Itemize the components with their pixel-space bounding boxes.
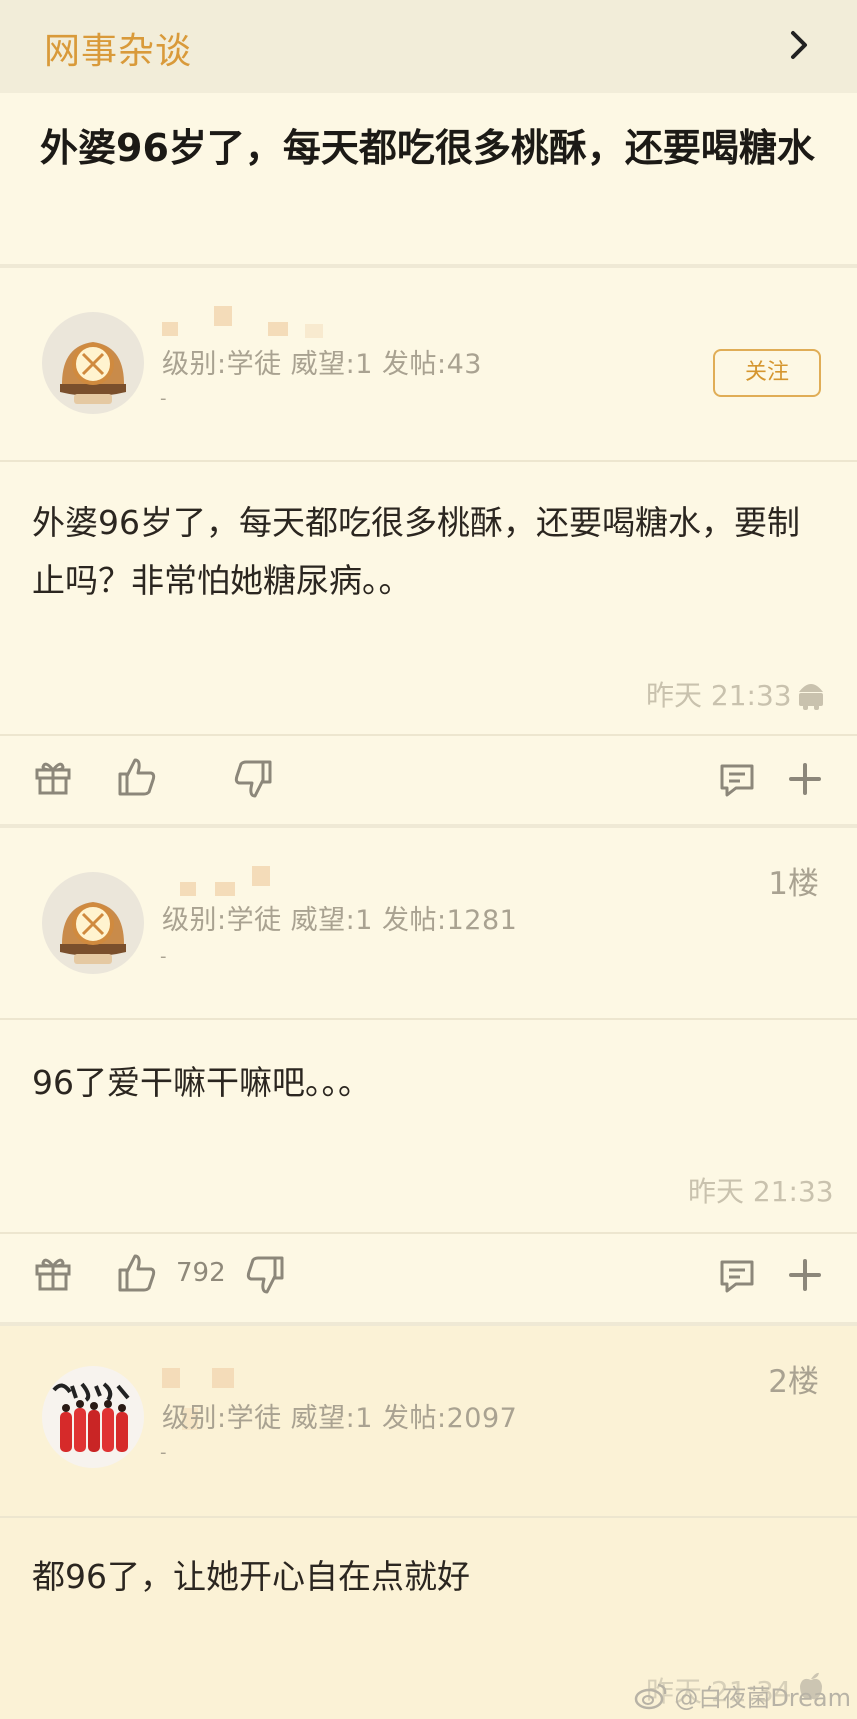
post-time: 昨天 21:33 [646,679,792,712]
user-meta: 级别:学徒 威望:1 发帖:1281 [162,905,518,936]
avatar[interactable] [42,872,144,974]
avatar[interactable] [42,312,144,414]
post-op: 级别:学徒 威望:1 发帖:43 - 关注 外婆96岁了，每天都吃很多桃酥，还要… [0,268,857,824]
username-blurred [180,882,196,896]
post-body: 96了爱干嘛干嘛吧。。。 [32,1063,371,1102]
post-time: 昨天 21:33 [688,1175,834,1208]
post-body: 都96了，让她开心自在点就好 [32,1557,470,1596]
divider [0,1018,857,1020]
top-bar: 网事杂谈 [0,0,857,93]
username-blurred [252,866,270,886]
board-name[interactable]: 网事杂谈 [44,22,192,74]
plus-icon[interactable] [788,762,822,796]
watermark-text: @白夜菌Dream [674,1684,851,1712]
divider [0,734,857,736]
gift-icon[interactable] [34,1254,72,1292]
watermark: @白夜菌Dream [634,1678,851,1713]
android-icon [799,684,823,710]
avatar[interactable] [42,1366,144,1468]
group-photo-avatar-icon [42,1366,144,1468]
username-blurred [162,322,178,336]
username-blurred [268,322,288,336]
username-blurred [162,1368,180,1388]
username-blurred [212,1368,234,1388]
username-blurred [305,324,323,338]
user-meta: 级别:学徒 威望:1 发帖:43 [162,349,482,380]
username-blurred [214,306,232,326]
comment-icon[interactable] [718,1258,756,1294]
helmet-avatar-icon [42,872,144,974]
helmet-avatar-icon [42,312,144,414]
floor-number: 2楼 [768,1364,819,1400]
post-reply: 级别:学徒 威望:1 发帖:1281 - 1楼 96了爱干嘛干嘛吧。。。 昨天 … [0,828,857,1322]
thumbs-up-icon[interactable] [116,1252,158,1294]
like-count: 792 [176,1258,226,1288]
post-body: 外婆96岁了，每天都吃很多桃酥，还要喝糖水，要制止吗？非常怕她糖尿病。。 [32,503,800,600]
divider [0,1516,857,1518]
divider [0,1232,857,1234]
user-signature: - [160,1442,167,1463]
follow-button[interactable]: 关注 [713,349,821,397]
chevron-right-icon[interactable] [789,30,809,60]
thumbs-down-icon[interactable] [232,758,274,800]
post-reply: 级别:学徒 威望:1 发帖:2097 - 2楼 都96了，让她开心自在点就好 昨… [0,1326,857,1719]
floor-number: 1楼 [768,866,819,902]
weibo-icon [635,1683,667,1709]
comment-icon[interactable] [718,762,756,798]
thread-title: 外婆96岁了，每天都吃很多桃酥，还要喝糖水 [40,126,815,170]
user-meta: 级别:学徒 威望:1 发帖:2097 [162,1403,518,1434]
thumbs-down-icon[interactable] [244,1254,286,1296]
divider [0,460,857,462]
username-blurred [215,882,235,896]
thumbs-up-icon[interactable] [116,756,158,798]
plus-icon[interactable] [788,1258,822,1292]
user-signature: - [160,388,167,409]
gift-icon[interactable] [34,758,72,796]
user-signature: - [160,946,167,967]
